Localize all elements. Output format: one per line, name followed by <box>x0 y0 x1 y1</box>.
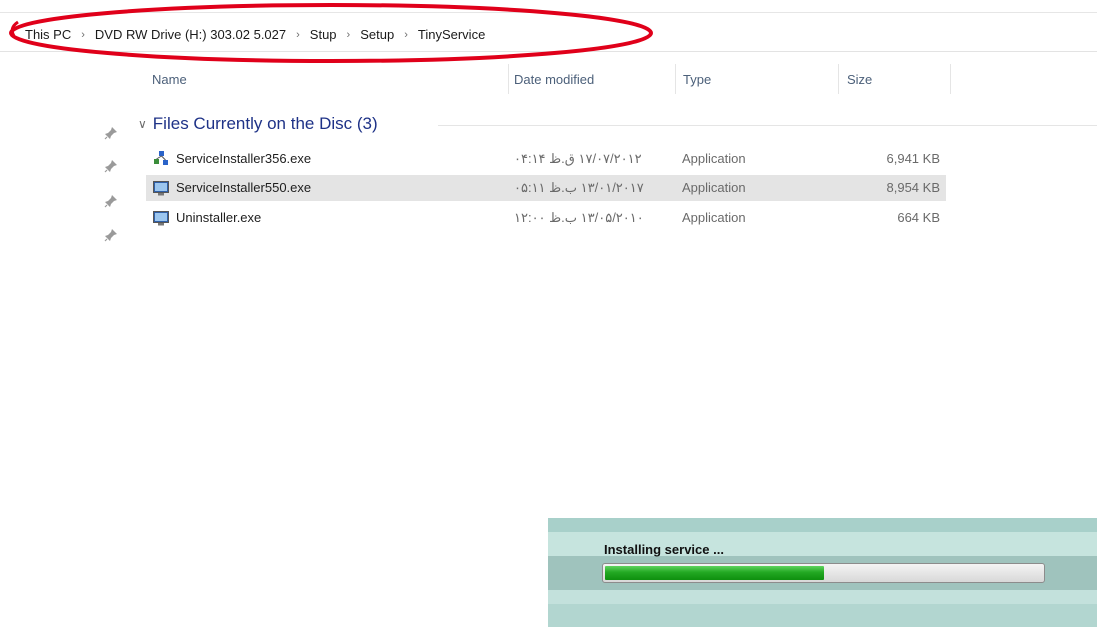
breadcrumb-separator-icon[interactable]: › <box>347 29 351 41</box>
breadcrumb-stup[interactable]: Stup <box>309 27 338 42</box>
file-row[interactable]: ServiceInstaller550.exe ۱۳/۰۱/۲۰۱۷ ب.ظ ۰… <box>146 175 946 201</box>
file-name: Uninstaller.exe <box>176 210 262 225</box>
column-divider[interactable] <box>950 64 951 94</box>
pin-icon[interactable] <box>104 126 118 140</box>
progress-bar <box>602 563 1045 583</box>
pin-icon[interactable] <box>104 228 118 242</box>
progress-bar-fill <box>605 566 824 580</box>
breadcrumb-separator-icon[interactable]: › <box>404 29 408 41</box>
breadcrumb-this-pc[interactable]: This PC <box>24 27 72 42</box>
install-progress-window: Installing service ... <box>548 518 1097 627</box>
column-divider[interactable] <box>675 64 676 94</box>
progress-status-text: Installing service ... <box>604 542 724 557</box>
breadcrumb-tinyservice[interactable]: TinyService <box>417 27 486 42</box>
breadcrumb-separator-icon[interactable]: › <box>296 29 300 41</box>
column-header-size[interactable]: Size <box>847 64 872 96</box>
file-row[interactable]: ServiceInstaller356.exe ۱۷/۰۷/۲۰۱۲ ق.ظ ۰… <box>146 146 946 172</box>
file-group-label: Files Currently on the Disc (3) <box>152 114 378 133</box>
installer-icon <box>152 150 170 168</box>
window-band <box>548 590 1097 604</box>
window-band <box>548 518 1097 532</box>
column-divider[interactable] <box>508 64 509 94</box>
file-row[interactable]: Uninstaller.exe ۱۳/۰۵/۲۰۱۰ ب.ظ ۱۲:۰۰ App… <box>146 205 946 231</box>
monitor-app-icon <box>152 179 170 197</box>
file-size: 664 KB <box>897 210 940 225</box>
file-type: Application <box>682 180 746 195</box>
file-name-cell[interactable]: ServiceInstaller550.exe <box>152 175 311 201</box>
breadcrumb-separator-icon[interactable]: › <box>81 29 85 41</box>
breadcrumb-dvd-drive[interactable]: DVD RW Drive (H:) 303.02 5.027 <box>94 27 287 42</box>
monitor-app-icon <box>152 209 170 227</box>
file-group-header[interactable]: ∨ Files Currently on the Disc (3) <box>138 112 378 136</box>
chevron-down-icon[interactable]: ∨ <box>138 117 147 131</box>
file-date: ۱۳/۰۱/۲۰۱۷ ب.ظ ۰۵:۱۱ <box>514 180 644 195</box>
breadcrumb: This PC › DVD RW Drive (H:) 303.02 5.027… <box>24 27 486 42</box>
pin-icon[interactable] <box>104 159 118 173</box>
column-header-name[interactable]: Name <box>152 64 187 96</box>
column-divider[interactable] <box>838 64 839 94</box>
file-name-cell[interactable]: ServiceInstaller356.exe <box>152 146 311 172</box>
file-size: 6,941 KB <box>886 151 941 166</box>
pin-icon[interactable] <box>104 194 118 208</box>
column-header-date-modified[interactable]: Date modified <box>514 64 594 96</box>
file-name: ServiceInstaller356.exe <box>176 151 312 166</box>
file-name-cell[interactable]: Uninstaller.exe <box>152 205 261 231</box>
file-name: ServiceInstaller550.exe <box>176 180 312 195</box>
file-date: ۱۷/۰۷/۲۰۱۲ ق.ظ ۰۴:۱۴ <box>514 151 642 166</box>
file-type: Application <box>682 210 746 225</box>
window-band <box>548 604 1097 627</box>
file-type: Application <box>682 151 746 166</box>
file-date: ۱۳/۰۵/۲۰۱۰ ب.ظ ۱۲:۰۰ <box>514 210 644 225</box>
column-header-type[interactable]: Type <box>683 64 711 96</box>
file-size: 8,954 KB <box>886 180 941 195</box>
breadcrumb-setup[interactable]: Setup <box>359 27 395 42</box>
address-bar[interactable]: This PC › DVD RW Drive (H:) 303.02 5.027… <box>0 20 1097 52</box>
group-divider-line <box>438 125 1097 126</box>
window-top-strip <box>0 0 1097 13</box>
